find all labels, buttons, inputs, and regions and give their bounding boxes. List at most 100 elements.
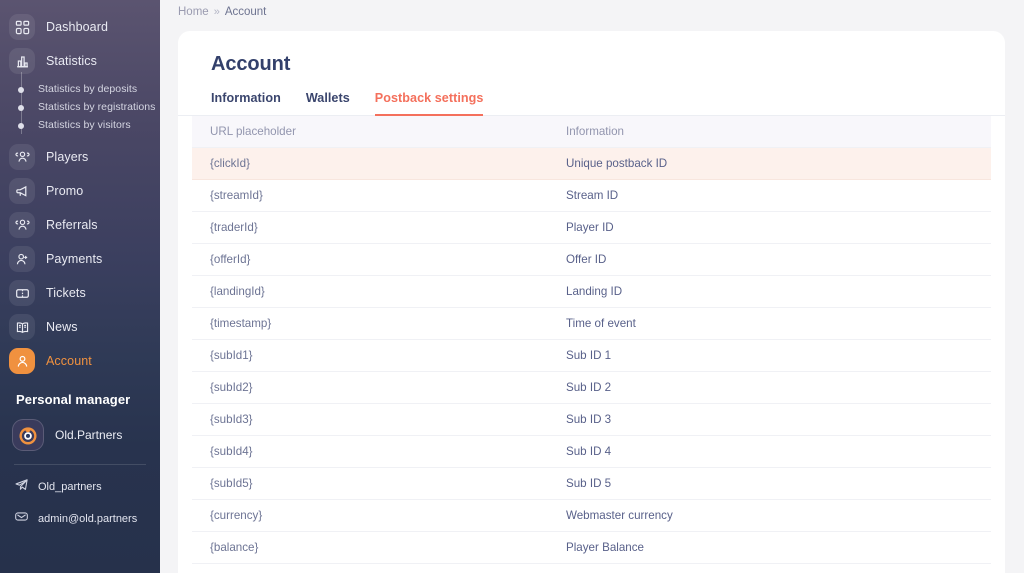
table-row[interactable]: {balance} Player Balance	[192, 532, 991, 564]
cell-information: Stream ID	[566, 189, 619, 202]
cell-information: Player Balance	[566, 541, 644, 554]
table-row[interactable]: {offerId} Offer ID	[192, 244, 991, 276]
sidebar-item-label: Promo	[46, 184, 84, 198]
column-header-information: Information	[566, 125, 624, 138]
sidebar-item-players[interactable]: Players	[0, 140, 160, 174]
personal-manager-card[interactable]: Old.Partners	[12, 419, 160, 451]
sidebar-item-label: News	[46, 320, 78, 334]
sidebar-item-label: Referrals	[46, 218, 98, 232]
sidebar-item-promo[interactable]: Promo	[0, 174, 160, 208]
cell-information: Time of event	[566, 317, 636, 330]
cell-information: Sub ID 3	[566, 413, 612, 426]
table-row[interactable]: {subId2} Sub ID 2	[192, 372, 991, 404]
bullet-dot-icon	[18, 87, 24, 93]
sidebar-item-statistics[interactable]: Statistics	[0, 44, 160, 78]
personal-manager-telegram[interactable]: Old_partners	[14, 477, 160, 497]
sidebar-item-label: Tickets	[46, 286, 86, 300]
bar-chart-icon	[9, 48, 35, 74]
telegram-icon	[14, 477, 29, 497]
cell-url-placeholder: {subId1}	[210, 349, 253, 362]
breadcrumb: Home » Account	[160, 0, 1024, 18]
app-root: Dashboard Statistics Statistics by depos…	[0, 0, 1024, 573]
postback-placeholders-table: URL placeholder Information {clickId} Un…	[178, 116, 1005, 564]
sidebar-item-label: Payments	[46, 252, 103, 266]
referrals-group-icon	[9, 212, 35, 238]
cell-information: Sub ID 2	[566, 381, 612, 394]
cell-url-placeholder: {landingId}	[210, 285, 265, 298]
cell-url-placeholder: {clickId}	[210, 157, 250, 170]
players-group-icon	[9, 144, 35, 170]
cell-url-placeholder: {subId2}	[210, 381, 253, 394]
sidebar-item-payments[interactable]: Payments	[0, 242, 160, 276]
table-row[interactable]: {clickId} Unique postback ID	[192, 148, 991, 180]
column-header-url-placeholder: URL placeholder	[210, 125, 296, 138]
personal-manager-email[interactable]: admin@old.partners	[14, 509, 160, 529]
ticket-icon	[9, 280, 35, 306]
open-book-icon	[9, 314, 35, 340]
cell-url-placeholder: {timestamp}	[210, 317, 272, 330]
main-content: Home » Account Account Information Walle…	[160, 0, 1024, 573]
user-circle-icon	[9, 348, 35, 374]
bullet-dot-icon	[18, 123, 24, 129]
account-card: Account Information Wallets Postback set…	[178, 31, 1005, 573]
sidebar-item-label: Statistics	[46, 54, 98, 68]
cell-url-placeholder: {streamId}	[210, 189, 263, 202]
tab-bar: Information Wallets Postback settings	[178, 76, 1005, 116]
table-row[interactable]: {traderId} Player ID	[192, 212, 991, 244]
cell-information: Sub ID 5	[566, 477, 612, 490]
sidebar-divider	[14, 464, 146, 465]
table-row[interactable]: {subId3} Sub ID 3	[192, 404, 991, 436]
page-title: Account	[211, 53, 291, 75]
breadcrumb-home[interactable]: Home	[178, 6, 209, 18]
sidebar-subitem-label: Statistics by visitors	[38, 119, 131, 131]
table-row[interactable]: {streamId} Stream ID	[192, 180, 991, 212]
sidebar-item-label: Players	[46, 150, 89, 164]
table-row[interactable]: {currency} Webmaster currency	[192, 500, 991, 532]
bullet-dot-icon	[18, 105, 24, 111]
sidebar-item-news[interactable]: News	[0, 310, 160, 344]
sidebar-item-referrals[interactable]: Referrals	[0, 208, 160, 242]
cell-url-placeholder: {subId5}	[210, 477, 253, 490]
table-row[interactable]: {landingId} Landing ID	[192, 276, 991, 308]
sidebar-item-dashboard[interactable]: Dashboard	[0, 10, 160, 44]
personal-manager-name: Old.Partners	[55, 428, 123, 442]
cell-url-placeholder: {subId3}	[210, 413, 253, 426]
megaphone-icon	[9, 178, 35, 204]
personal-manager-title: Personal manager	[16, 392, 131, 407]
table-row[interactable]: {subId4} Sub ID 4	[192, 436, 991, 468]
table-row[interactable]: {subId1} Sub ID 1	[192, 340, 991, 372]
cell-information: Webmaster currency	[566, 509, 673, 522]
table-header-row: URL placeholder Information	[192, 116, 991, 148]
sidebar-subitem-statistics-by-deposits[interactable]: Statistics by deposits	[0, 82, 160, 99]
cell-information: Player ID	[566, 221, 614, 234]
sidebar-subitem-statistics-by-visitors[interactable]: Statistics by visitors	[0, 118, 160, 135]
contact-label: Old_partners	[38, 481, 102, 493]
statistics-submenu: Statistics by deposits Statistics by reg…	[0, 72, 160, 140]
table-row[interactable]: {subId5} Sub ID 5	[192, 468, 991, 500]
breadcrumb-separator-icon: »	[213, 6, 220, 18]
mail-icon	[14, 509, 29, 529]
cell-url-placeholder: {balance}	[210, 541, 259, 554]
contact-label: admin@old.partners	[38, 513, 138, 525]
sidebar-subitem-statistics-by-registrations[interactable]: Statistics by registrations	[0, 100, 160, 117]
tab-information[interactable]: Information	[211, 91, 281, 116]
cell-information: Sub ID 4	[566, 445, 612, 458]
cell-information: Sub ID 1	[566, 349, 612, 362]
cell-url-placeholder: {traderId}	[210, 221, 258, 234]
sidebar-item-label: Account	[46, 354, 92, 368]
sidebar-subitem-label: Statistics by registrations	[38, 101, 156, 113]
cell-information: Unique postback ID	[566, 157, 668, 170]
tab-postback-settings[interactable]: Postback settings	[374, 91, 484, 116]
cell-url-placeholder: {offerId}	[210, 253, 251, 266]
sidebar-item-tickets[interactable]: Tickets	[0, 276, 160, 310]
breadcrumb-current: Account	[224, 6, 267, 18]
sidebar-subitem-label: Statistics by deposits	[38, 83, 138, 95]
sidebar-item-label: Dashboard	[46, 20, 109, 34]
cell-information: Offer ID	[566, 253, 607, 266]
cell-information: Landing ID	[566, 285, 623, 298]
tab-wallets[interactable]: Wallets	[306, 91, 350, 116]
cell-url-placeholder: {subId4}	[210, 445, 253, 458]
cell-url-placeholder: {currency}	[210, 509, 263, 522]
sidebar-item-account[interactable]: Account	[0, 344, 160, 378]
table-row[interactable]: {timestamp} Time of event	[192, 308, 991, 340]
